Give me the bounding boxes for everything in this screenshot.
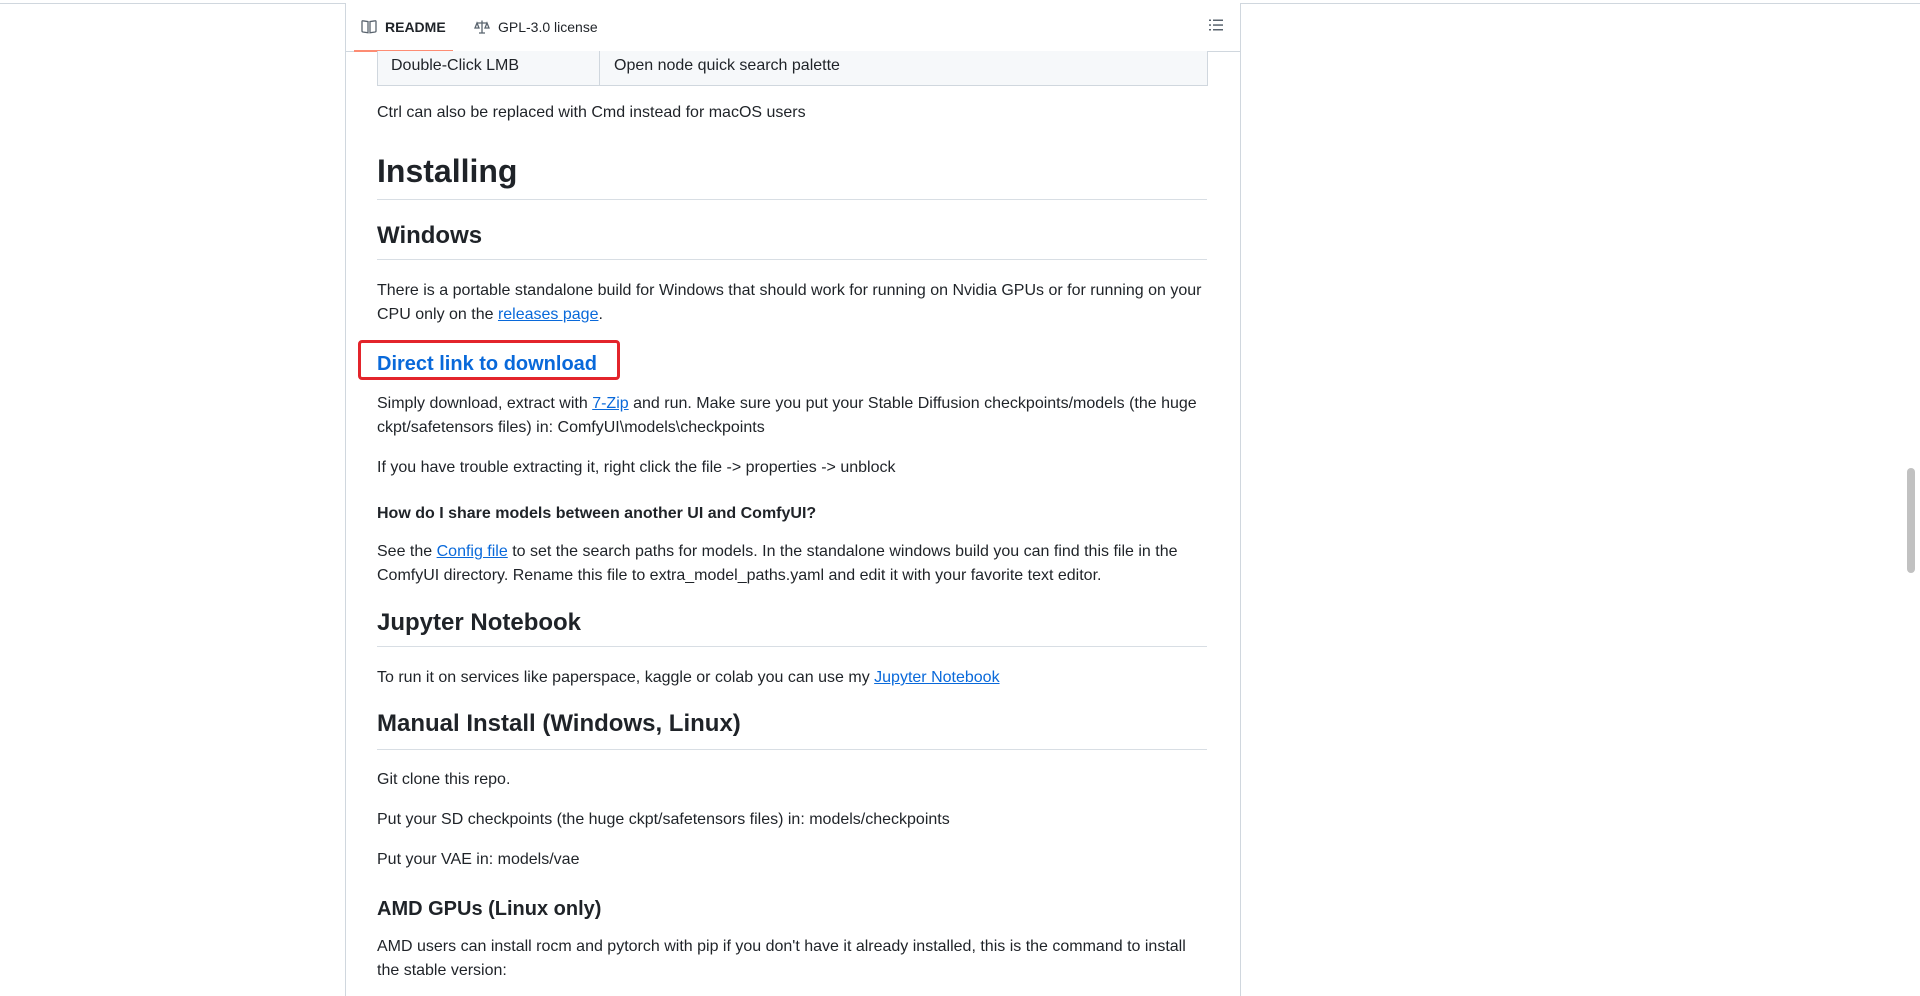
- vae-paragraph: Put your VAE in: models/vae: [377, 851, 580, 868]
- book-icon: [361, 20, 377, 34]
- table-cell-action: Open node quick search palette: [614, 57, 840, 74]
- heading-jupyter: Jupyter Notebook: [377, 608, 1207, 647]
- checkpoints-paragraph: Put your SD checkpoints (the huge ckpt/s…: [377, 811, 950, 828]
- windows-paragraph: There is a portable standalone build for…: [377, 279, 1207, 327]
- heading-amd-gpus: AMD GPUs (Linux only): [377, 898, 602, 920]
- list-icon: [1209, 19, 1223, 31]
- config-file-link[interactable]: Config file: [437, 543, 508, 560]
- readme-tabbar: README GPL-3.0 license: [346, 3, 1240, 52]
- ctrl-note: Ctrl can also be replaced with Cmd inste…: [377, 104, 806, 121]
- page-scrollbar[interactable]: [1907, 468, 1915, 573]
- highlight-box: [358, 340, 620, 380]
- jupyter-text: To run it on services like paperspace, k…: [377, 669, 875, 686]
- table-row: Double-Click LMB Open node quick search …: [377, 51, 1208, 86]
- tab-readme-label: README: [385, 19, 446, 35]
- heading-manual-install: Manual Install (Windows, Linux): [377, 709, 1207, 750]
- heading-share-models: How do I share models between another UI…: [377, 505, 817, 522]
- releases-page-link[interactable]: releases page: [498, 306, 599, 323]
- trouble-paragraph: If you have trouble extracting it, right…: [377, 459, 896, 476]
- tab-readme[interactable]: README: [354, 3, 453, 52]
- heading-windows: Windows: [377, 221, 1207, 260]
- tab-license-label: GPL-3.0 license: [498, 19, 598, 35]
- jupyter-notebook-link[interactable]: Jupyter Notebook: [874, 669, 999, 686]
- extract-paragraph: Simply download, extract with 7-Zip and …: [377, 392, 1207, 440]
- table-cell-key: Double-Click LMB: [378, 51, 600, 85]
- tab-license[interactable]: GPL-3.0 license: [467, 3, 605, 51]
- 7zip-link[interactable]: 7-Zip: [592, 395, 628, 412]
- clone-paragraph: Git clone this repo.: [377, 771, 511, 788]
- config-paragraph: See the Config file to set the search pa…: [377, 540, 1207, 588]
- jupyter-paragraph: To run it on services like paperspace, k…: [377, 666, 1207, 690]
- scale-icon: [474, 20, 490, 34]
- extract-text: Simply download, extract with: [377, 395, 593, 412]
- windows-text-end: .: [598, 306, 603, 323]
- config-text: See the: [377, 543, 437, 560]
- readme-panel: README GPL-3.0 license Double-Click LMB …: [345, 3, 1241, 996]
- amd-paragraph: AMD users can install rocm and pytorch w…: [377, 938, 1186, 979]
- heading-installing: Installing: [377, 151, 1207, 200]
- table-of-contents-button[interactable]: [1208, 17, 1228, 37]
